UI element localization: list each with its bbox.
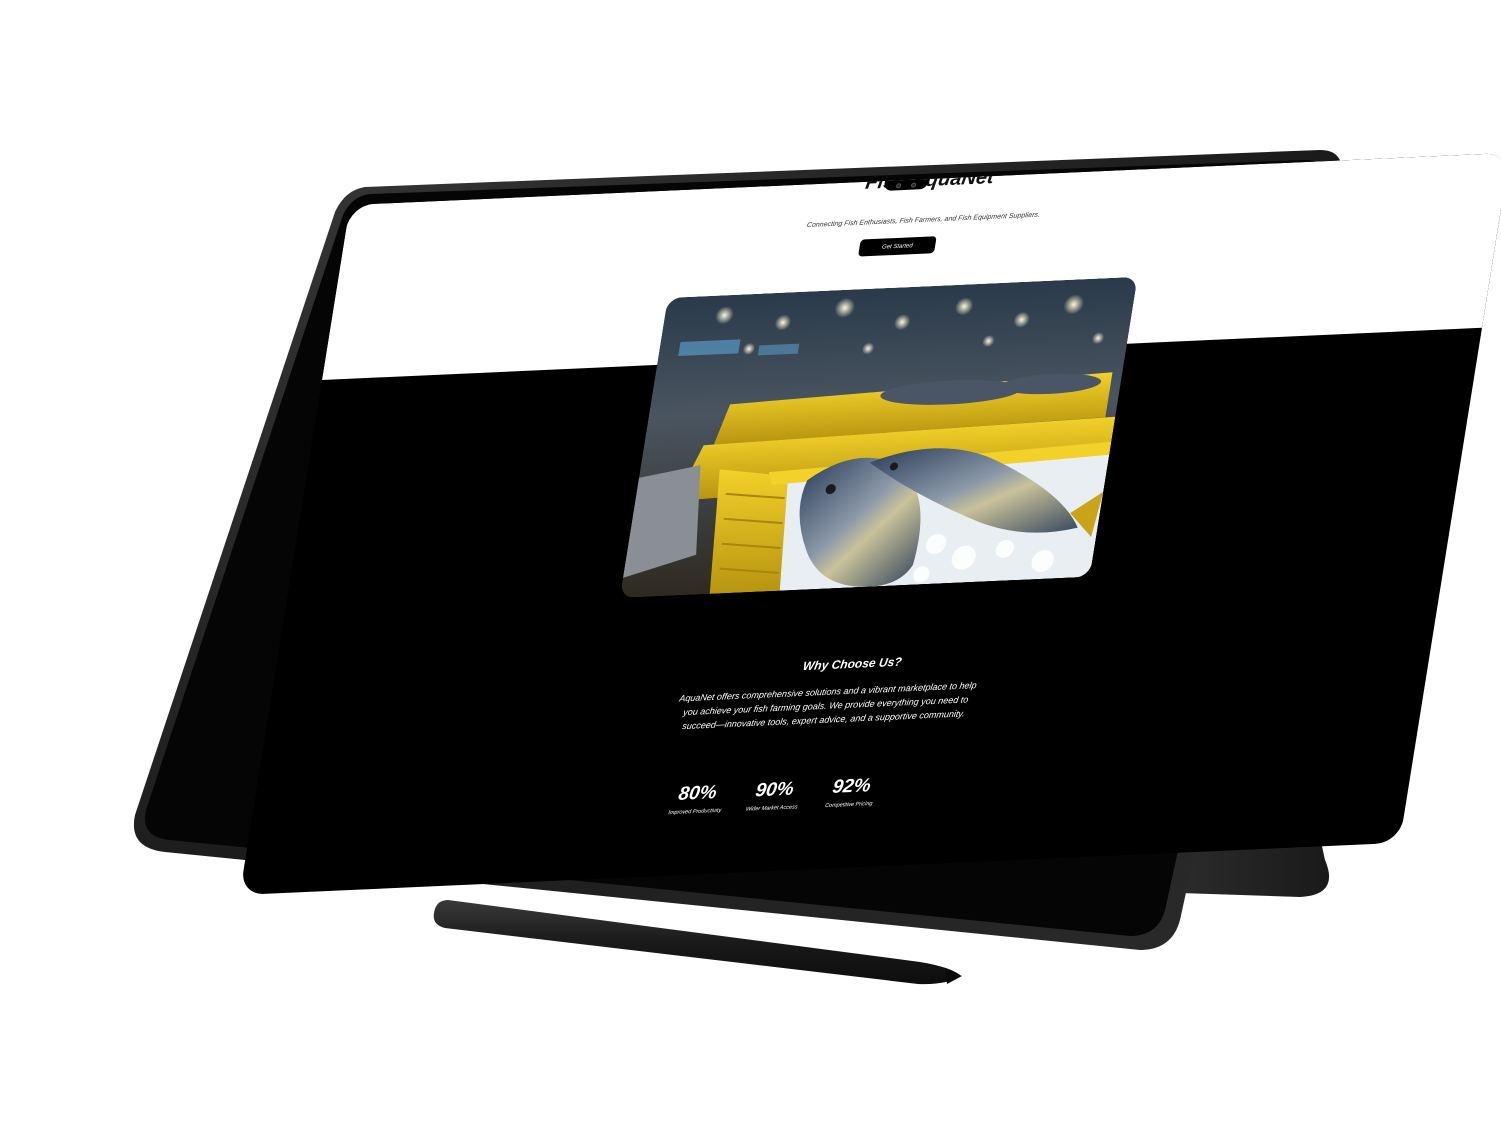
hero-fish-market-image: [619, 276, 1138, 598]
fish-market-photo-icon: [619, 276, 1138, 598]
stats-row: 80% Improved Productivity 90% Wider Mark…: [661, 775, 886, 817]
stat-wider-market-access: 90% Wider Market Access: [738, 778, 809, 813]
camera-lens-icon: [895, 182, 902, 188]
stat-label: Competitive Pricing: [824, 800, 873, 810]
stat-value: 80%: [676, 782, 719, 805]
stat-label: Improved Productivity: [667, 807, 722, 817]
stat-value: 92%: [830, 775, 873, 798]
stat-improved-productivity: 80% Improved Productivity: [661, 781, 732, 816]
stat-competitive-pricing: 92% Competitive Pricing: [815, 775, 886, 810]
stat-value: 90%: [753, 778, 796, 802]
tablet-screen: Fish AquaNet Connecting Fish Enthusiasts…: [239, 152, 1501, 896]
stat-label: Wider Market Access: [745, 804, 799, 813]
get-started-button[interactable]: Get Started: [858, 236, 937, 257]
mockup-stage: Fish AquaNet Connecting Fish Enthusiasts…: [0, 0, 1501, 1126]
why-choose-us-text: AquaNet offers comprehensive solutions a…: [678, 680, 978, 732]
camera-sensor-icon: [910, 181, 917, 188]
